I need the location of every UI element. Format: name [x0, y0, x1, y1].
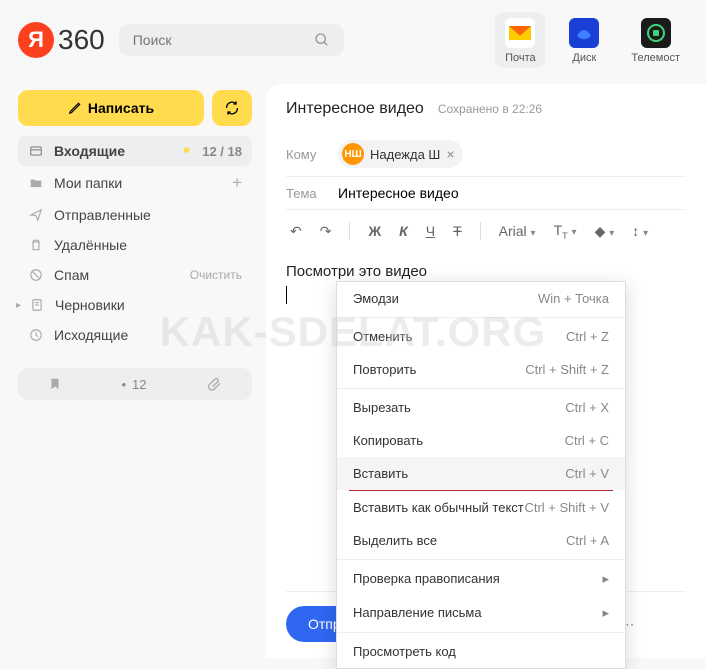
outbox-icon [28, 328, 44, 342]
compose-title: Интересное видео [286, 100, 424, 118]
bold-button[interactable]: Ж [364, 221, 385, 241]
strike-button[interactable]: Ŧ [449, 221, 466, 241]
cm-emoji[interactable]: ЭмодзиWin + Точка [337, 282, 625, 315]
body-text: Посмотри это видео [286, 263, 686, 280]
line-height-button[interactable]: ↕ ▾ [628, 221, 652, 241]
cm-select-all[interactable]: Выделить всеCtrl + A [337, 524, 625, 557]
editor-toolbar: ↶ ↷ Ж К Ч Ŧ Arial ▾ TT ▾ ◆ ▾ ↕ ▾ [286, 210, 686, 253]
folder-label: Спам [54, 267, 180, 283]
app-telemost[interactable]: Телемост [623, 12, 688, 68]
folder-list: Входящие • 12 / 18 Мои папки + Отправлен… [18, 136, 252, 350]
mail-icon [503, 16, 537, 50]
cm-undo[interactable]: ОтменитьCtrl + Z [337, 320, 625, 353]
subject-field-row[interactable]: Тема [286, 177, 686, 210]
text-cursor [286, 286, 287, 304]
saved-status: Сохранено в 22:26 [438, 102, 542, 116]
unread-counter[interactable]: • 12 [121, 377, 146, 392]
folder-label: Черновики [55, 297, 242, 313]
font-size-button[interactable]: TT ▾ [550, 220, 581, 243]
cm-copy[interactable]: КопироватьCtrl + C [337, 424, 625, 457]
bookmark-button[interactable] [48, 377, 62, 391]
clear-spam-button[interactable]: Очистить [190, 268, 242, 282]
disk-icon [567, 16, 601, 50]
telemost-icon [639, 16, 673, 50]
folder-counter: 12 / 18 [202, 144, 242, 159]
folder-label: Мои папки [54, 175, 222, 191]
search-box[interactable] [119, 24, 344, 56]
sidebar-bottom-bar: • 12 [18, 368, 252, 400]
logo-ya-icon: Я [18, 22, 54, 58]
subject-label: Тема [286, 186, 324, 201]
folder-label: Исходящие [54, 327, 242, 343]
cm-inspect[interactable]: Просмотреть код [337, 635, 625, 668]
drafts-icon [29, 298, 45, 312]
folder-myfolders[interactable]: Мои папки + [18, 166, 252, 200]
folder-label: Входящие [54, 143, 173, 159]
app-label: Диск [572, 52, 596, 64]
font-select[interactable]: Arial ▾ [495, 221, 540, 241]
app-mail[interactable]: Почта [495, 12, 545, 68]
search-input[interactable] [133, 32, 314, 48]
trash-icon [28, 238, 44, 252]
cm-paste[interactable]: ВставитьCtrl + V [337, 457, 625, 490]
attachments-button[interactable] [206, 376, 222, 392]
app-label: Телемост [631, 52, 680, 64]
cm-redo[interactable]: ПовторитьCtrl + Shift + Z [337, 353, 625, 386]
recipient-name: Надежда Ш [370, 147, 440, 162]
search-icon[interactable] [314, 32, 330, 48]
to-field-row[interactable]: Кому НШ Надежда Ш × [286, 132, 686, 177]
refresh-button[interactable] [212, 90, 252, 126]
folder-label: Отправленные [54, 207, 242, 223]
spam-icon [28, 268, 44, 282]
cm-direction[interactable]: Направление письма▸ [337, 596, 625, 630]
folder-label: Удалённые [54, 237, 242, 253]
cm-cut[interactable]: ВырезатьCtrl + X [337, 391, 625, 424]
italic-button[interactable]: К [395, 221, 412, 241]
chevron-right-icon: ▸ [16, 300, 21, 311]
app-label: Почта [505, 52, 536, 64]
folder-inbox[interactable]: Входящие • 12 / 18 [18, 136, 252, 166]
editor-body[interactable]: Посмотри это видео ЭмодзиWin + Точка Отм… [286, 253, 686, 591]
compose-label: Написать [88, 100, 154, 116]
inbox-icon [28, 144, 44, 158]
sent-icon [28, 208, 44, 222]
compose-button[interactable]: Написать [18, 90, 204, 126]
refresh-icon [224, 100, 240, 116]
logo-text: 360 [58, 24, 105, 56]
to-label: Кому [286, 147, 324, 162]
folder-trash[interactable]: Удалённые [18, 230, 252, 260]
recipient-chip[interactable]: НШ Надежда Ш × [338, 140, 463, 168]
folder-drafts[interactable]: ▸ Черновики [18, 290, 252, 320]
avatar: НШ [342, 143, 364, 165]
redo-button[interactable]: ↷ [316, 221, 336, 242]
context-menu: ЭмодзиWin + Точка ОтменитьCtrl + Z Повто… [336, 281, 626, 669]
cm-spellcheck[interactable]: Проверка правописания▸ [337, 562, 625, 596]
folder-sent[interactable]: Отправленные [18, 200, 252, 230]
logo[interactable]: Я 360 [18, 22, 105, 58]
folder-outbox[interactable]: Исходящие [18, 320, 252, 350]
text-color-button[interactable]: ◆ ▾ [591, 221, 619, 242]
cm-paste-plain[interactable]: Вставить как обычный текстCtrl + Shift +… [337, 491, 625, 524]
remove-recipient-button[interactable]: × [446, 146, 454, 162]
pencil-icon [68, 101, 82, 115]
undo-button[interactable]: ↶ [286, 221, 306, 242]
app-disk[interactable]: Диск [559, 12, 609, 68]
subject-input[interactable] [338, 185, 686, 201]
folder-spam[interactable]: Спам Очистить [18, 260, 252, 290]
underline-button[interactable]: Ч [422, 221, 439, 241]
folder-icon [28, 176, 44, 190]
add-folder-button[interactable]: + [232, 173, 242, 193]
